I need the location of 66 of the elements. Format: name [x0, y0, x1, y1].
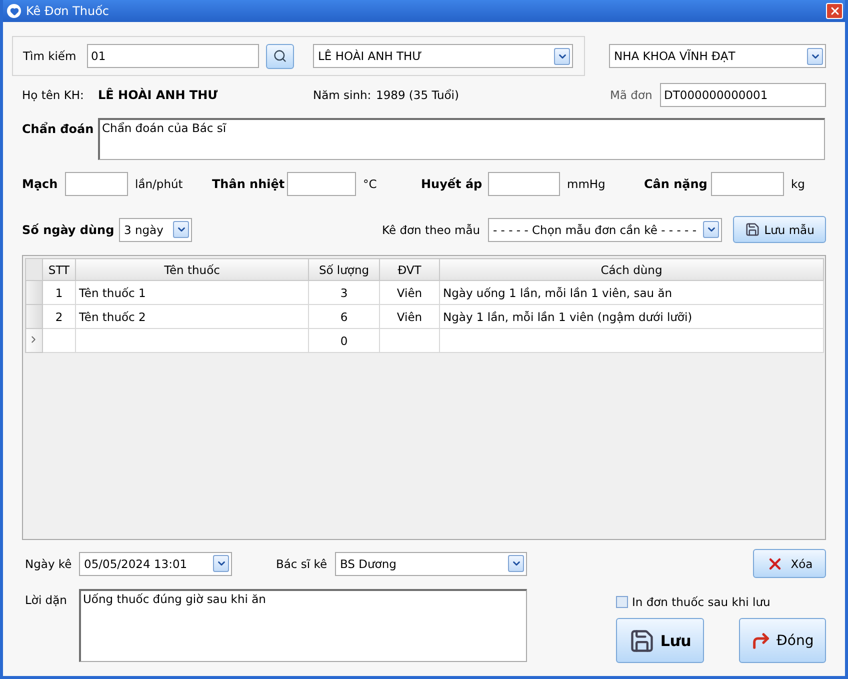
template-label: Kê đơn theo mẫu: [382, 222, 482, 236]
diagnosis-field[interactable]: Chẩn đoán của Bác sĩ: [98, 118, 825, 160]
table-cell: [380, 328, 440, 352]
days-combo[interactable]: 3 ngày: [119, 218, 192, 242]
search-label: Tìm kiếm: [23, 49, 78, 63]
table-cell: 2: [42, 304, 76, 328]
heart-drawing: [10, 6, 18, 16]
code-label: Mã đơn: [610, 88, 654, 102]
table-cell: Tên thuốc 1: [76, 280, 308, 304]
close-button[interactable]: [826, 3, 843, 19]
table-cell: Ngày 1 lần, mỗi lần 1 viên (ngậm dưới lưỡi): [440, 304, 824, 328]
save-template-button[interactable]: Lưu mẫu: [733, 216, 826, 243]
column-header: STT: [42, 258, 76, 280]
vital-field[interactable]: [711, 172, 784, 196]
table-cell: 0: [308, 328, 380, 352]
advice-field[interactable]: Uống thuốc đúng giờ sau khi ăn: [79, 589, 527, 662]
diagnosis-label: Chẩn đoán: [22, 122, 95, 136]
table-cell: Ngày uống 1 lần, mỗi lần 1 viên, sau ăn: [440, 280, 824, 304]
birth-year: 1989 (35 Tuổi): [376, 88, 460, 102]
column-header: Số lượng: [308, 258, 380, 280]
days-label: Số ngày dùng: [22, 222, 116, 236]
print-checkbox[interactable]: In đơn thuốc sau khi lưu: [616, 595, 826, 609]
template-combo[interactable]: - - - - - Chọn mẫu đơn cần kê - - - - -: [488, 218, 722, 242]
table-cell: Viên: [380, 280, 440, 304]
save-button[interactable]: Lưu: [616, 618, 704, 663]
close-icon: [828, 5, 840, 17]
close-form-button[interactable]: Đóng: [739, 618, 826, 663]
vital-field[interactable]: [488, 172, 560, 196]
vital-label: Thân nhiệt: [212, 177, 286, 191]
search-icon: [273, 48, 287, 64]
unit-label: kg: [791, 177, 806, 191]
table-cell: 3: [308, 280, 380, 304]
table-cell: Tên thuốc 2: [76, 304, 308, 328]
table-cell: 1: [42, 280, 76, 304]
advice-label: Lời dặn: [25, 593, 68, 607]
header-corner: [26, 258, 42, 280]
curved-arrow-icon: [751, 630, 772, 650]
column-header: Tên thuốc: [76, 258, 308, 280]
vital-field[interactable]: [287, 172, 356, 196]
row-header[interactable]: [26, 328, 42, 352]
customer-name: LÊ HOÀI ANH THƯ: [98, 88, 219, 102]
table-cell: [42, 328, 76, 352]
patient-combo[interactable]: LÊ HOÀI ANH THƯ: [313, 44, 573, 68]
unit-label: lần/phút: [135, 177, 184, 191]
unit-label: mmHg: [567, 177, 606, 191]
vital-label: Huyết áp: [421, 177, 484, 191]
delete-button[interactable]: Xóa: [753, 549, 826, 578]
doctor-combo[interactable]: BS Dương: [335, 552, 527, 576]
search-button[interactable]: [266, 44, 294, 68]
table-cell: Viên: [380, 304, 440, 328]
vital-label: Mạch: [22, 177, 59, 191]
date-picker[interactable]: 05/05/2024 13:01: [79, 552, 232, 576]
search-field[interactable]: 01: [87, 44, 259, 68]
column-header: ĐVT: [380, 258, 440, 280]
name-label: Họ tên KH:: [22, 88, 85, 102]
unit-label: °C: [363, 177, 378, 191]
column-header: Cách dùng: [440, 258, 824, 280]
date-label: Ngày kê: [25, 556, 73, 570]
vital-label: Cân nặng: [644, 177, 708, 191]
doctor-label: Bác sĩ kê: [276, 556, 328, 570]
birth-label: Năm sinh:: [313, 88, 372, 102]
window-title: Kê Đơn Thuốc: [26, 4, 110, 18]
table-cell: 6: [308, 304, 380, 328]
code-field[interactable]: DT000000000001: [660, 83, 826, 107]
vital-field[interactable]: [65, 172, 128, 196]
clinic-combo[interactable]: NHA KHOA VĨNH ĐẠT: [609, 44, 826, 68]
